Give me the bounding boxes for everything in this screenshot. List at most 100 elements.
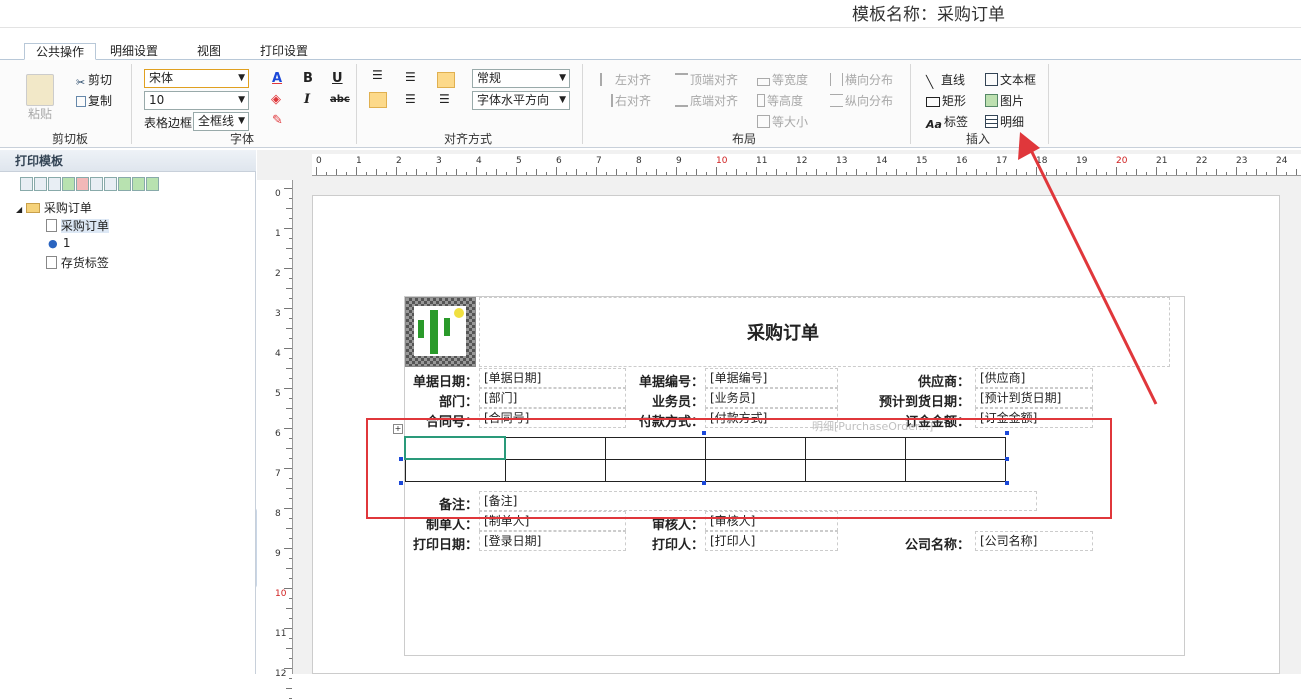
cut-button[interactable]: ✂ 剪切 [76, 71, 112, 89]
vendor-label[interactable]: 供应商： [840, 371, 970, 390]
date-label[interactable]: 单据日期： [404, 371, 478, 390]
paste-button[interactable]: 粘贴 [28, 105, 52, 122]
printdate-field[interactable]: [登录日期] [479, 531, 626, 551]
fill-color-icon[interactable]: ◈ [271, 92, 281, 107]
rename-icon[interactable] [90, 177, 103, 191]
strikethrough-icon[interactable]: abc [330, 94, 350, 105]
ruler-tick [289, 498, 292, 499]
scissors-icon: ✂ [76, 76, 86, 89]
cancel-icon[interactable] [104, 177, 117, 191]
import-icon[interactable] [118, 177, 131, 191]
font-family-select[interactable]: 宋体 ▼ [144, 69, 249, 88]
equal-height-icon [757, 94, 765, 107]
tree-item-stock-label[interactable]: 存货标签 [46, 254, 109, 271]
v-distribute-button[interactable]: 纵向分布 [830, 92, 893, 109]
ruler-tick [286, 288, 292, 289]
arrival-label[interactable]: 预计到货日期： [840, 391, 970, 410]
align-left-icon[interactable] [369, 92, 387, 108]
edit-icon[interactable] [48, 177, 61, 191]
printer-label[interactable]: 打印人： [626, 534, 704, 553]
delete-icon[interactable] [76, 177, 89, 191]
underline-icon[interactable]: U [332, 71, 343, 86]
align-right-shape-icon [600, 94, 613, 107]
tab-common-ops[interactable]: 公共操作 [24, 43, 96, 60]
staff-label[interactable]: 业务员： [626, 391, 704, 410]
ruler-tick [406, 172, 407, 175]
printdate-label[interactable]: 打印日期： [404, 534, 478, 553]
ruler-tick [286, 408, 292, 409]
italic-icon[interactable]: I [304, 92, 310, 107]
tree-item-root[interactable]: ◢ 采购订单 [16, 199, 92, 216]
equal-size-button[interactable]: 等大小 [757, 113, 808, 130]
table-icon [985, 115, 998, 128]
tab-view[interactable]: 视图 [186, 43, 232, 60]
tree-item-user[interactable]: ● 1 [48, 236, 70, 250]
ruler-tick [336, 169, 337, 175]
text-direction-select[interactable]: 字体水平方向 ▼ [472, 91, 570, 110]
table-border-select[interactable]: 全框线 ▼ [193, 112, 249, 131]
export-icon[interactable] [132, 177, 145, 191]
dept-field[interactable]: [部门] [479, 388, 626, 408]
ruler-number: 22 [1196, 156, 1208, 166]
tab-print-settings[interactable]: 打印设置 [254, 43, 314, 60]
cactus-logo-image[interactable] [405, 297, 476, 367]
ruler-tick [596, 167, 597, 175]
ruler-tick [616, 169, 617, 175]
font-size-select[interactable]: 10 ▼ [144, 91, 249, 110]
insert-image-button[interactable]: 图片 [985, 92, 1024, 109]
ruler-tick [766, 172, 767, 175]
staff-field[interactable]: [业务员] [705, 388, 838, 408]
ruler-number: 10 [716, 156, 728, 166]
right-align-button[interactable]: 右对齐 [600, 92, 651, 109]
company-field[interactable]: [公司名称] [975, 531, 1093, 551]
annotation-arrow [1018, 132, 1158, 405]
bold-icon[interactable]: B [303, 71, 313, 86]
align-top-center-icon[interactable]: ☰ [405, 70, 416, 84]
new-icon[interactable] [20, 177, 33, 191]
insert-label-button[interactable]: Aa 标签 [926, 113, 968, 131]
ruler-tick [289, 278, 292, 279]
insert-group-label: 插入 [965, 132, 990, 146]
tab-detail-settings[interactable]: 明细设置 [104, 43, 164, 60]
text-style-select[interactable]: 常规 ▼ [472, 69, 570, 88]
ruler-tick [746, 172, 747, 175]
align-right-icon[interactable]: ☰ [439, 92, 450, 106]
company-label[interactable]: 公司名称： [840, 534, 970, 553]
bottom-align-button[interactable]: 底端对齐 [675, 92, 738, 109]
ruler-number: 0 [316, 156, 322, 166]
refresh-icon[interactable] [146, 177, 159, 191]
dept-label[interactable]: 部门： [404, 391, 478, 410]
confirm-icon[interactable] [62, 177, 75, 191]
left-align-button[interactable]: 左对齐 [600, 71, 651, 88]
collapse-icon[interactable]: ◢ [16, 205, 22, 214]
align-center-icon[interactable]: ☰ [405, 92, 416, 106]
no-field[interactable]: [单据编号] [705, 368, 838, 388]
align-top-right-icon[interactable] [437, 72, 455, 88]
form-title[interactable]: 采购订单 [747, 319, 819, 345]
ruler-tick [976, 169, 977, 175]
equal-width-icon [757, 78, 770, 86]
save-icon[interactable] [34, 177, 47, 191]
equal-width-button[interactable]: 等宽度 [757, 71, 808, 88]
ruler-number: 11 [756, 156, 768, 166]
ruler-number: 4 [476, 156, 482, 166]
insert-rect-button[interactable]: 矩形 [926, 92, 966, 109]
insert-line-button[interactable]: ╲ 直线 [926, 71, 965, 89]
insert-textbox-button[interactable]: 文本框 [985, 71, 1036, 88]
align-top-left-icon[interactable]: ☰ [372, 68, 383, 82]
ruler-tick [289, 338, 292, 339]
tree-item-purchase-order[interactable]: 采购订单 [46, 217, 109, 234]
no-label[interactable]: 单据编号： [626, 371, 704, 390]
border-color-icon[interactable]: ✎ [272, 113, 283, 128]
h-distribute-button[interactable]: 横向分布 [830, 71, 893, 88]
top-align-button[interactable]: 顶端对齐 [675, 71, 738, 88]
printer-field[interactable]: [打印人] [705, 531, 838, 551]
font-color-icon[interactable]: A [272, 71, 282, 86]
copy-button[interactable]: 复制 [76, 92, 112, 109]
date-field[interactable]: [单据日期] [479, 368, 626, 388]
equal-height-button[interactable]: 等高度 [757, 92, 803, 109]
ruler-tick [506, 172, 507, 175]
ruler-tick [346, 172, 347, 175]
clipboard-group-label: 剪切板 [51, 132, 88, 146]
insert-detail-button[interactable]: 明细 [985, 113, 1024, 130]
